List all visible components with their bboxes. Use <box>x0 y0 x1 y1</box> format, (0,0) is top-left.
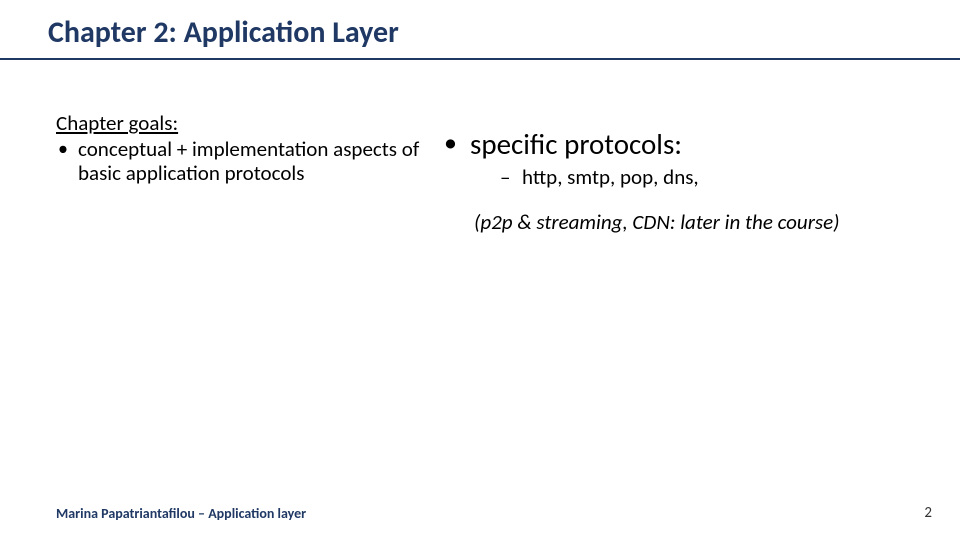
left-column: Chapter goals: conceptual + implementati… <box>56 110 426 185</box>
right-sub-bullet: http, smtp, pop, dns, <box>470 165 904 189</box>
right-note: (p2p & streaming, CDN: later in the cour… <box>444 211 904 235</box>
footer-author: Marina Papatriantafilou – Application la… <box>56 505 306 522</box>
left-bullet: conceptual + implementation aspects of b… <box>56 138 426 185</box>
slide-title: Chapter 2: Application Layer <box>48 14 399 51</box>
title-underline <box>0 58 960 60</box>
right-column: specific protocols: http, smtp, pop, dns… <box>444 128 904 235</box>
right-bullet-text: specific protocols: <box>470 126 682 162</box>
goals-heading: Chapter goals: <box>56 110 426 136</box>
page-number: 2 <box>924 504 932 522</box>
right-bullet: specific protocols: http, smtp, pop, dns… <box>444 128 904 189</box>
